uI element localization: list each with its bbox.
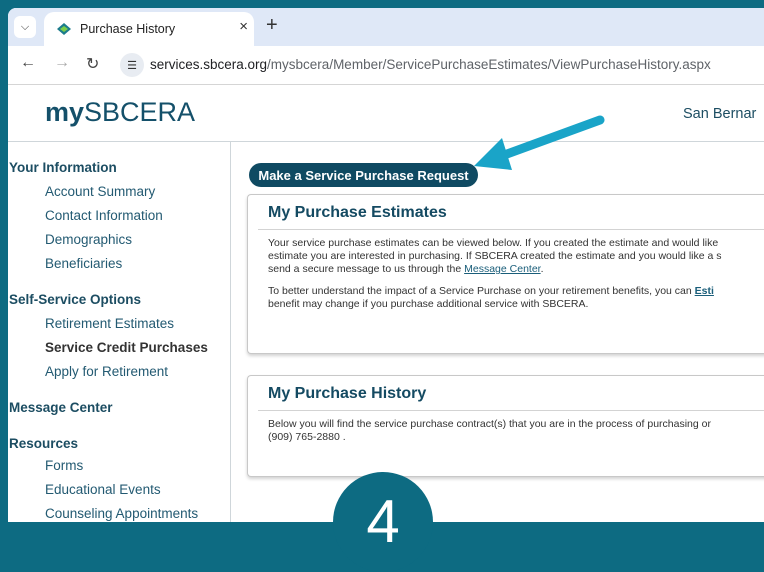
org-name: San Bernar — [683, 106, 757, 122]
sidebar-item-beneficiaries[interactable]: Beneficiaries — [45, 256, 122, 271]
purchase-estimates-title: My Purchase Estimates — [268, 204, 447, 221]
sidebar-heading-message-center[interactable]: Message Center — [9, 400, 113, 415]
purchase-history-panel: My Purchase History Below you will find … — [247, 375, 764, 477]
message-center-link[interactable]: Message Center — [464, 263, 540, 275]
site-controls-icon[interactable]: ☰ — [120, 53, 144, 77]
forward-arrow-icon[interactable]: → — [54, 54, 70, 72]
chevron-down-icon: ⌵ — [20, 20, 30, 33]
estimates-text-line-3: send a secure message to us through the … — [268, 263, 544, 275]
main-content: Make a Service Purchase Request My Purch… — [231, 142, 764, 522]
sidebar-heading-self-service[interactable]: Self-Service Options — [9, 292, 141, 307]
estimates-text-line-2: estimate you are interested in purchasin… — [268, 250, 722, 262]
purchase-history-title: My Purchase History — [268, 385, 427, 402]
tab-title: Purchase History — [80, 22, 176, 36]
purchase-estimates-panel: My Purchase Estimates Your service purch… — [247, 194, 764, 354]
sidebar-item-apply-for-retirement[interactable]: Apply for Retirement — [45, 364, 168, 379]
reload-icon[interactable]: ↻ — [86, 54, 99, 74]
service-purchase-request-button[interactable]: Make a Service Purchase Request — [249, 163, 478, 187]
sidebar-item-forms[interactable]: Forms — [45, 458, 83, 473]
sbcera-favicon-icon — [57, 23, 71, 35]
browser-window: ⌵ Purchase History × + ← → ↻ ☰ services.… — [8, 8, 764, 522]
estimates-text-line-1: Your service purchase estimates can be v… — [268, 237, 719, 249]
divider — [258, 410, 764, 411]
sidebar-item-demographics[interactable]: Demographics — [45, 232, 132, 247]
mysbcera-logo[interactable]: mySBCERA — [45, 97, 195, 128]
history-text-line-2: (909) 765-2880 . — [268, 431, 346, 443]
estimates-text-line-5: benefit may change if you purchase addit… — [268, 298, 589, 310]
tab-strip: ⌵ Purchase History × + — [8, 8, 764, 46]
site-header: mySBCERA San Bernar — [8, 85, 764, 142]
new-tab-button[interactable]: + — [266, 14, 278, 37]
sidebar-heading-resources[interactable]: Resources — [9, 436, 78, 451]
estimates-text-line-4: To better understand the impact of a Ser… — [268, 285, 714, 297]
back-arrow-icon[interactable]: ← — [20, 54, 36, 72]
history-text-line-1: Below you will find the service purchase… — [268, 418, 711, 430]
pointer-arrow-icon — [474, 115, 605, 170]
estimate-link[interactable]: Esti — [695, 285, 714, 297]
address-bar[interactable]: services.sbcera.org/mysbcera/Member/Serv… — [150, 57, 711, 72]
sidebar-item-service-credit-purchases[interactable]: Service Credit Purchases — [45, 340, 208, 355]
step-number-badge: 4 — [333, 472, 433, 572]
url-host: services.sbcera.org — [150, 57, 268, 72]
close-tab-icon[interactable]: × — [239, 18, 248, 35]
divider — [258, 229, 764, 230]
url-path: /mysbcera/Member/ServicePurchaseEstimate… — [267, 57, 711, 72]
sidebar-heading-your-information[interactable]: Your Information — [9, 160, 117, 175]
browser-toolbar: ← → ↻ ☰ services.sbcera.org/mysbcera/Mem… — [8, 46, 764, 85]
tab-purchase-history[interactable]: Purchase History × — [44, 12, 254, 46]
sidebar-item-contact-information[interactable]: Contact Information — [45, 208, 163, 223]
sidebar-item-counseling-appointments[interactable]: Counseling Appointments — [45, 506, 198, 521]
sidebar-item-educational-events[interactable]: Educational Events — [45, 482, 161, 497]
sidebar-item-account-summary[interactable]: Account Summary — [45, 184, 155, 199]
sidebar-item-retirement-estimates[interactable]: Retirement Estimates — [45, 316, 174, 331]
tab-search-button[interactable]: ⌵ — [14, 16, 36, 38]
sidebar-nav: Your Information Account Summary Contact… — [8, 142, 231, 522]
